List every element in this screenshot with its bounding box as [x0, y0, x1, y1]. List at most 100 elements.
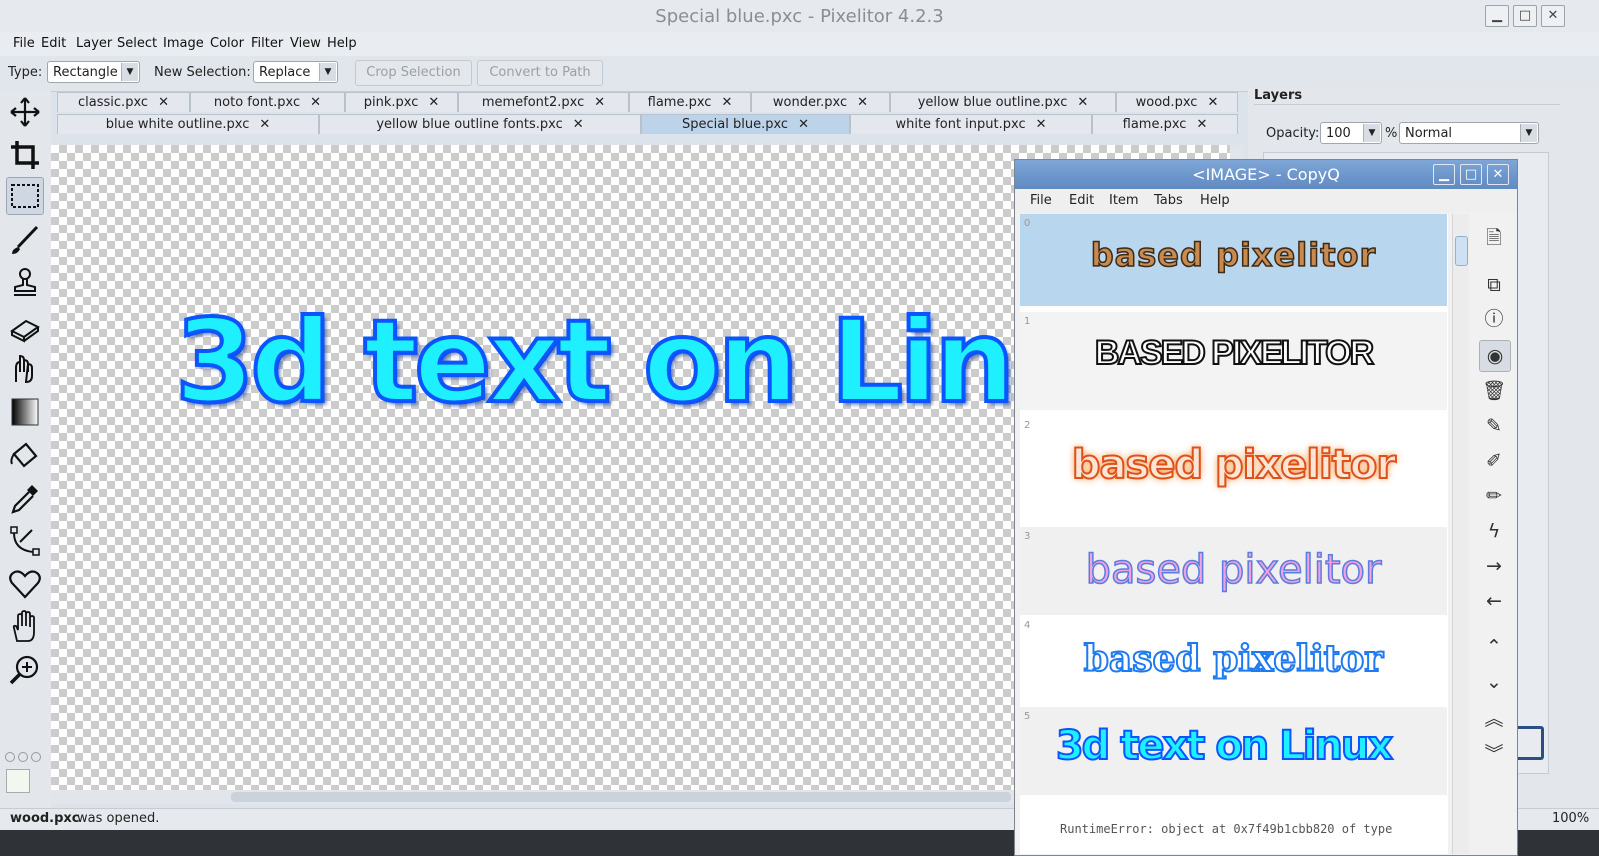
crop-selection-button[interactable]: Crop Selection	[355, 60, 472, 86]
paint-bucket-tool[interactable]	[6, 436, 44, 474]
type-select-value: Rectangle	[53, 65, 118, 80]
menu-file[interactable]: File	[13, 36, 35, 51]
close-icon[interactable]: ✕	[573, 117, 584, 132]
trash-icon[interactable]: 🗑	[1479, 376, 1509, 406]
new-selection-select[interactable]: Replace ▼	[253, 61, 338, 83]
copyq-menu-file[interactable]: File	[1030, 193, 1052, 208]
color-picker-tool[interactable]	[6, 479, 44, 517]
convert-to-path-button[interactable]: Convert to Path	[477, 60, 603, 86]
move-tool[interactable]	[6, 93, 44, 131]
copyq-maximize-button[interactable]: □	[1460, 164, 1482, 185]
menu-color[interactable]: Color	[210, 36, 244, 51]
close-icon[interactable]: ✕	[1036, 117, 1047, 132]
title-bar: Special blue.pxc - Pixelitor 4.2.3 ▁ □ ✕	[0, 0, 1599, 33]
clipboard-item[interactable]: 3 based pixelitor	[1020, 527, 1447, 615]
crop-tool[interactable]	[6, 136, 44, 174]
gradient-tool[interactable]	[6, 393, 44, 431]
shapes-tool[interactable]	[6, 565, 44, 603]
tab-wood[interactable]: wood.pxc ✕	[1116, 92, 1238, 112]
copy-icon[interactable]: ⧉	[1479, 270, 1509, 300]
copyq-menu-tabs[interactable]: Tabs	[1154, 193, 1183, 208]
move-top-icon[interactable]: ︽	[1479, 704, 1509, 734]
tab-classic[interactable]: classic.pxc ✕	[57, 92, 190, 112]
tool-palette	[0, 91, 51, 811]
tab-flame[interactable]: flame.pxc ✕	[629, 92, 751, 112]
scroll-thumb[interactable]	[1455, 236, 1468, 266]
clipboard-item-list[interactable]: 0 based pixelitor 1 BASED PIXELITOR 2 ba…	[1020, 214, 1448, 854]
menu-filter[interactable]: Filter	[251, 36, 283, 51]
new-item-icon[interactable]: 🗎	[1479, 223, 1509, 253]
copyq-minimize-button[interactable]: ▁	[1433, 164, 1455, 185]
edit-icon[interactable]: ✎	[1479, 411, 1509, 441]
arrow-left-icon[interactable]: ←	[1479, 586, 1509, 616]
copyq-menu-item[interactable]: Item	[1109, 193, 1139, 208]
foreground-color-swatch[interactable]	[6, 769, 30, 793]
edit-external-icon[interactable]: ✐	[1479, 446, 1509, 476]
canvas-text-layer[interactable]: 3d text on Linux	[173, 293, 1164, 430]
tab-blue-white-outline[interactable]: blue white outline.pxc ✕	[57, 114, 319, 134]
clipboard-item[interactable]: RuntimeError: object at 0x7f49b1cbb820 o…	[1020, 822, 1447, 852]
item-image-text: based pixelitor	[1090, 235, 1377, 275]
selection-tool[interactable]	[6, 177, 44, 215]
copyq-menu-edit[interactable]: Edit	[1069, 193, 1094, 208]
close-icon[interactable]: ✕	[594, 95, 605, 110]
close-button[interactable]: ✕	[1541, 5, 1565, 27]
menu-help[interactable]: Help	[327, 36, 357, 51]
eraser-icon	[10, 319, 40, 343]
move-up-icon[interactable]: ⌃	[1479, 632, 1509, 662]
menu-select[interactable]: Select	[117, 36, 157, 51]
clipboard-item[interactable]: 1 BASED PIXELITOR	[1020, 312, 1447, 410]
copyq-menu-help[interactable]: Help	[1200, 193, 1230, 208]
menu-image[interactable]: Image	[163, 36, 204, 51]
clone-stamp-tool[interactable]	[6, 264, 44, 302]
zoom-tool[interactable]	[6, 651, 44, 689]
info-icon[interactable]: ⓘ	[1479, 304, 1509, 334]
clipboard-item[interactable]: 2 based pixelitor	[1020, 416, 1447, 524]
tab-wonder[interactable]: wonder.pxc ✕	[751, 92, 890, 112]
copyq-close-button[interactable]: ✕	[1487, 164, 1509, 185]
close-icon[interactable]: ✕	[158, 95, 169, 110]
move-bottom-icon[interactable]: ︾	[1479, 739, 1509, 769]
tab-memefont2[interactable]: memefont2.pxc ✕	[458, 92, 629, 112]
menu-layer[interactable]: Layer	[76, 36, 112, 51]
scroll-thumb[interactable]	[231, 792, 1011, 802]
close-icon[interactable]: ✕	[1196, 117, 1207, 132]
close-icon[interactable]: ✕	[259, 117, 270, 132]
copyq-scrollbar[interactable]	[1452, 214, 1469, 854]
arrow-right-icon[interactable]: →	[1479, 551, 1509, 581]
hand-tool[interactable]	[6, 608, 44, 646]
close-icon[interactable]: ✕	[310, 95, 321, 110]
pencil-icon[interactable]: ✏	[1479, 481, 1509, 511]
tab-white-font-input[interactable]: white font input.pxc ✕	[850, 114, 1092, 134]
tab-yellow-blue-outline[interactable]: yellow blue outline.pxc ✕	[890, 92, 1116, 112]
tab-yellow-blue-outline-fonts[interactable]: yellow blue outline fonts.pxc ✕	[319, 114, 641, 134]
smudge-tool[interactable]	[6, 350, 44, 388]
close-icon[interactable]: ✕	[1207, 95, 1218, 110]
tab-special-blue[interactable]: Special blue.pxc ✕	[641, 114, 850, 134]
tab-flame-2[interactable]: flame.pxc ✕	[1092, 114, 1238, 134]
preview-eye-icon[interactable]: ◉	[1479, 340, 1511, 372]
tab-pink[interactable]: pink.pxc ✕	[345, 92, 458, 112]
clipboard-item[interactable]: 0 based pixelitor	[1020, 214, 1447, 306]
clipboard-item[interactable]: 5 3d text on Linux	[1020, 707, 1447, 795]
clipboard-item[interactable]: 4 based pixelitor	[1020, 616, 1447, 706]
eraser-tool[interactable]	[6, 307, 44, 345]
close-icon[interactable]: ✕	[1077, 95, 1088, 110]
pen-tool[interactable]	[6, 522, 44, 560]
minimize-button[interactable]: ▁	[1485, 5, 1509, 27]
tab-noto-font[interactable]: noto font.pxc ✕	[190, 92, 345, 112]
menu-view[interactable]: View	[290, 36, 321, 51]
move-down-icon[interactable]: ⌄	[1479, 667, 1509, 697]
close-icon[interactable]: ✕	[857, 95, 868, 110]
action-bolt-icon[interactable]: ϟ	[1479, 516, 1509, 546]
brush-tool[interactable]	[6, 221, 44, 259]
opacity-input[interactable]: 100 ▼	[1320, 122, 1382, 144]
close-icon[interactable]: ✕	[798, 117, 809, 132]
close-icon[interactable]: ✕	[721, 95, 732, 110]
maximize-button[interactable]: □	[1513, 5, 1537, 27]
close-icon[interactable]: ✕	[428, 95, 439, 110]
chevron-down-icon: ▼	[319, 63, 336, 81]
type-select[interactable]: Rectangle ▼	[47, 61, 140, 83]
menu-edit[interactable]: Edit	[41, 36, 66, 51]
blend-mode-select[interactable]: Normal ▼	[1399, 122, 1539, 144]
